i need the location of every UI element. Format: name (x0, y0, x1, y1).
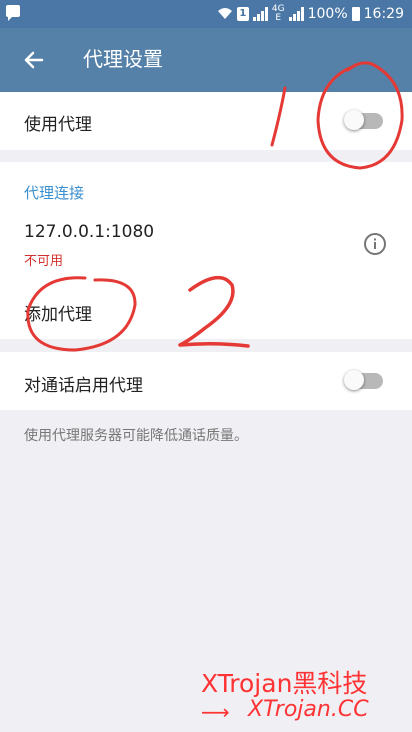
calls-proxy-label: 对通话启用代理 (24, 376, 143, 396)
sim-icon: 1 (236, 7, 249, 21)
arrow-right-icon: ⟶ (201, 700, 230, 724)
toggle-knob (344, 370, 364, 390)
info-icon[interactable] (363, 232, 387, 256)
arrow-left-icon[interactable] (18, 44, 50, 76)
watermark-url: XTrojan.CC (248, 697, 369, 722)
message-icon (6, 5, 20, 21)
signal-icon (252, 7, 268, 21)
section-header: 代理连接 (24, 184, 85, 202)
use-proxy-toggle[interactable] (344, 110, 383, 130)
signal-icon-2 (288, 7, 304, 21)
network-subtype: E (275, 13, 282, 23)
clock: 16:29 (363, 6, 404, 22)
battery-percent: 100% (307, 6, 348, 22)
calls-proxy-row[interactable]: 对通话启用代理 (0, 352, 412, 410)
proxy-status: 不可用 (24, 254, 64, 269)
use-proxy-label: 使用代理 (24, 115, 92, 135)
add-proxy-button[interactable]: 添加代理 (24, 300, 92, 325)
battery-icon (351, 7, 360, 21)
status-bar: 1 4G E 100% 16:29 (0, 0, 412, 28)
watermark-text: XTrojan黑科技 (201, 669, 368, 698)
proxy-address[interactable]: 127.0.0.1:1080 (24, 222, 154, 242)
proxy-list-section: 代理连接 127.0.0.1:1080 不可用 添加代理 (0, 162, 412, 339)
toggle-knob (344, 110, 364, 130)
footer-note: 使用代理服务器可能降低通话质量。 (24, 428, 248, 444)
use-proxy-row[interactable]: 使用代理 (0, 92, 412, 150)
page-title: 代理设置 (83, 47, 163, 71)
calls-proxy-toggle[interactable] (344, 370, 383, 390)
wifi-icon (217, 6, 233, 23)
app-bar: 代理设置 (0, 28, 412, 92)
status-indicators: 1 4G E 100% 16:29 (217, 4, 404, 24)
